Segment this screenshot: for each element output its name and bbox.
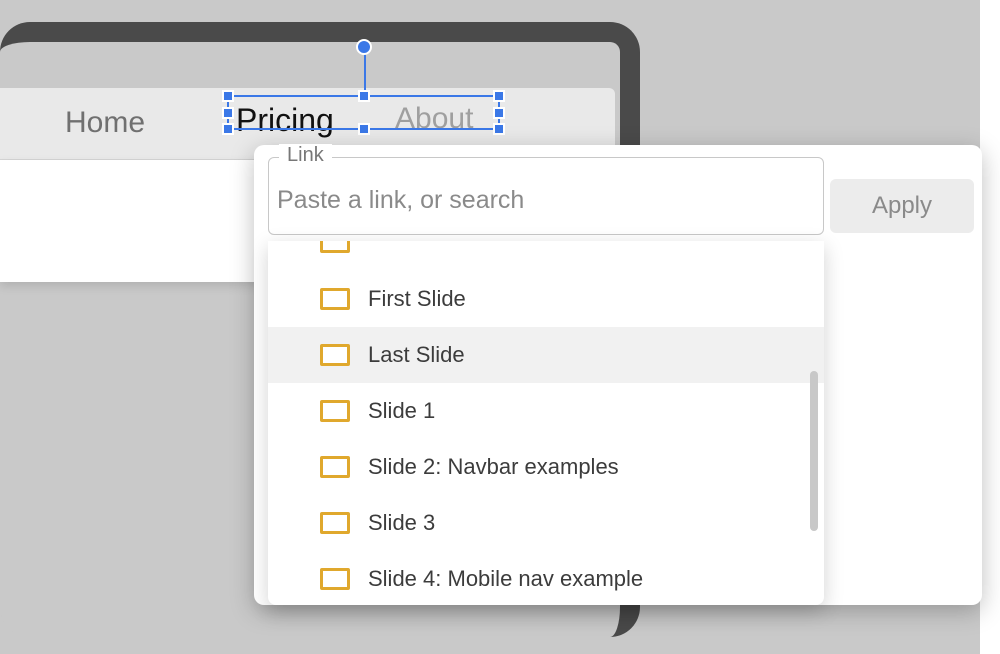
dropdown-item[interactable]: Slide 3	[268, 495, 824, 551]
dropdown-item-label: First Slide	[368, 286, 466, 312]
resize-handle-n[interactable]	[358, 90, 370, 102]
right-gutter	[980, 0, 1000, 654]
resize-handle-nw[interactable]	[222, 90, 234, 102]
link-field-frame: Link	[268, 157, 824, 235]
slide-icon	[320, 241, 350, 253]
resize-handle-sw[interactable]	[222, 123, 234, 135]
resize-handle-ne[interactable]	[493, 90, 505, 102]
dropdown-item[interactable]: Slide 1	[268, 383, 824, 439]
dropdown-item-label: Slide 3	[368, 510, 435, 536]
rotation-handle-line	[364, 49, 366, 91]
dropdown-item[interactable]: Slide 4: Mobile nav example	[268, 551, 824, 605]
slide-icon	[320, 512, 350, 534]
resize-handle-e[interactable]	[493, 107, 505, 119]
resize-handle-s[interactable]	[358, 123, 370, 135]
insert-link-popup: Link Apply First Slide Last Slide Slide …	[254, 145, 982, 605]
dropdown-item-label: Slide 2: Navbar examples	[368, 454, 619, 480]
slide-icon	[320, 400, 350, 422]
slide-icon	[320, 288, 350, 310]
slide-icon	[320, 568, 350, 590]
dropdown-item[interactable]: Last Slide	[268, 327, 824, 383]
dropdown-item-label: Slide 1	[368, 398, 435, 424]
slide-icon	[320, 344, 350, 366]
dropdown-item-label: Slide 4: Mobile nav example	[368, 566, 643, 592]
resize-handle-w[interactable]	[222, 107, 234, 119]
dropdown-item[interactable]: Slide 2: Navbar examples	[268, 439, 824, 495]
slide-icon	[320, 456, 350, 478]
link-field-label: Link	[279, 144, 332, 167]
link-suggestions-dropdown: First Slide Last Slide Slide 1 Slide 2: …	[268, 241, 824, 605]
link-input[interactable]	[277, 180, 813, 220]
dropdown-item[interactable]	[268, 241, 824, 271]
resize-handle-se[interactable]	[493, 123, 505, 135]
rotation-handle[interactable]	[356, 39, 372, 55]
dropdown-item[interactable]: First Slide	[268, 271, 824, 327]
apply-button-label: Apply	[872, 192, 932, 220]
nav-item-home[interactable]: Home	[65, 106, 145, 140]
dropdown-item-label: Last Slide	[368, 342, 465, 368]
selection-box[interactable]	[227, 95, 500, 130]
apply-button[interactable]: Apply	[830, 179, 974, 233]
dropdown-scrollbar[interactable]	[810, 371, 818, 531]
